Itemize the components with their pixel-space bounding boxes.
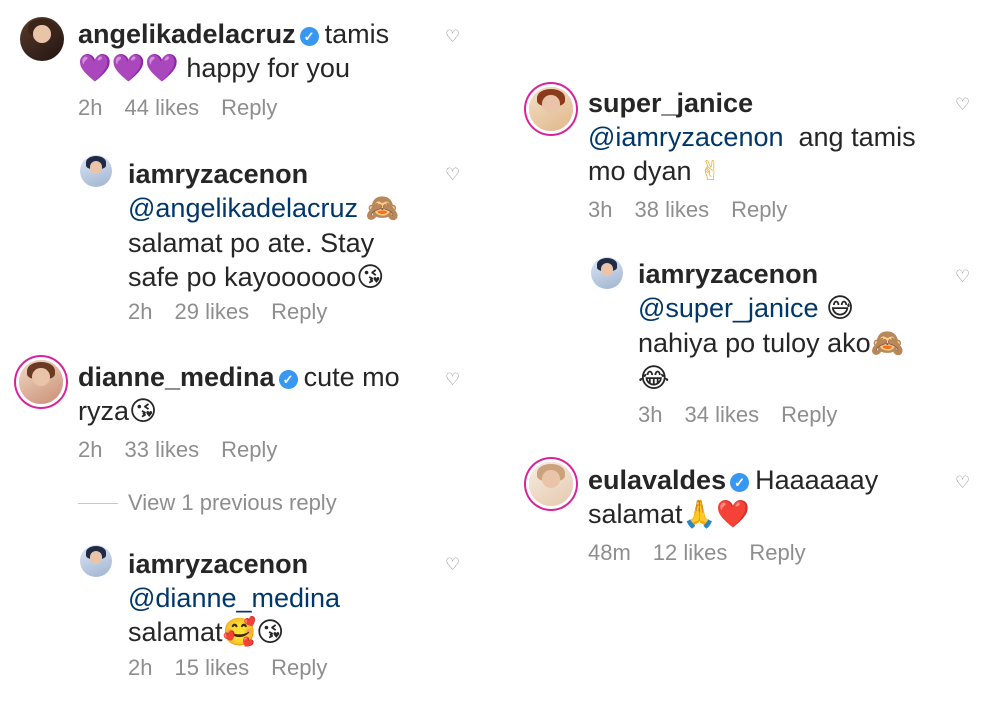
comment-body: iamryzacenon @super_janice 😅 nahiya po t… xyxy=(638,257,938,396)
avatar[interactable] xyxy=(529,87,573,131)
comment-text: tamis xyxy=(324,19,390,49)
avatar[interactable] xyxy=(529,462,573,506)
comment-body: angelikadelacruz ✓ tamis 💜💜💜 happy for you xyxy=(78,17,418,86)
comment-meta: 48m 12 likes Reply xyxy=(588,540,828,566)
comment-meta: 2h 33 likes Reply xyxy=(78,437,299,463)
likes-count[interactable]: 29 likes xyxy=(174,299,249,324)
reply-button[interactable]: Reply xyxy=(271,299,327,324)
comment-meta: 3h 38 likes Reply xyxy=(588,197,809,223)
mention-link[interactable]: @iamryzacenon xyxy=(588,122,784,152)
verified-badge-icon: ✓ xyxy=(299,27,319,46)
reply-button[interactable]: Reply xyxy=(749,540,805,565)
username[interactable]: super_janice xyxy=(588,88,753,118)
heart-icon[interactable]: ♡ xyxy=(445,370,460,390)
avatar[interactable] xyxy=(591,257,623,289)
likes-count[interactable]: 34 likes xyxy=(684,402,759,427)
avatar[interactable] xyxy=(19,360,63,404)
timestamp: 2h xyxy=(128,299,153,324)
comment-body: iamryzacenon @dianne_medina salamat🥰😘 xyxy=(128,547,448,650)
comment-text: safe po kayoooooo xyxy=(128,262,357,292)
timestamp: 2h xyxy=(128,655,153,680)
heart-icon[interactable]: ♡ xyxy=(955,95,970,115)
comment-text: cute mo xyxy=(303,362,400,392)
username[interactable]: iamryzacenon xyxy=(128,159,308,189)
view-previous-label[interactable]: View 1 previous reply xyxy=(128,490,337,516)
likes-count[interactable]: 44 likes xyxy=(124,95,199,120)
heart-icon[interactable]: ♡ xyxy=(445,165,460,185)
comment-emoji: 🙈 xyxy=(365,193,400,224)
comment-body: eulavaldes ✓ Haaaaaay salamat🙏❤️ xyxy=(588,463,948,532)
username[interactable]: eulavaldes xyxy=(588,465,726,495)
comment-text: happy for you xyxy=(178,53,350,83)
username[interactable]: angelikadelacruz xyxy=(78,19,296,49)
avatar[interactable] xyxy=(20,17,64,61)
view-previous-replies[interactable]: View 1 previous reply xyxy=(78,490,337,516)
heart-icon[interactable]: ♡ xyxy=(445,27,460,47)
reply-button[interactable]: Reply xyxy=(271,655,327,680)
comment-emoji: 😘 xyxy=(129,396,158,427)
comment-text: salamat po ate. Stay xyxy=(128,228,375,258)
username[interactable]: iamryzacenon xyxy=(128,549,308,579)
likes-count[interactable]: 33 likes xyxy=(124,437,199,462)
mention-link[interactable]: @angelikadelacruz xyxy=(128,193,358,223)
timestamp: 2h xyxy=(78,95,103,120)
comment-emoji: 😅 xyxy=(826,293,855,324)
mention-link[interactable]: @super_janice xyxy=(638,293,819,323)
timestamp: 2h xyxy=(78,437,103,462)
timestamp: 48m xyxy=(588,540,631,565)
username[interactable]: iamryzacenon xyxy=(638,259,818,289)
mention-link[interactable]: @dianne_medina xyxy=(128,583,340,613)
likes-count[interactable]: 15 likes xyxy=(174,655,249,680)
comment-emoji: 😘 xyxy=(356,262,385,293)
comment-text: ang tamis xyxy=(798,122,916,152)
comment-emoji: 🙏❤️ xyxy=(682,499,750,530)
reply-button[interactable]: Reply xyxy=(221,437,277,462)
comment-body: dianne_medina ✓ cute mo ryza😘 xyxy=(78,360,428,429)
timestamp: 3h xyxy=(638,402,663,427)
comment-text: mo dyan xyxy=(588,156,692,186)
verified-badge-icon: ✓ xyxy=(730,473,750,492)
comment-emoji: 🥰😘 xyxy=(222,617,285,648)
comment-emoji: 🙈 xyxy=(870,328,905,359)
username[interactable]: dianne_medina xyxy=(78,362,275,392)
heart-icon[interactable]: ♡ xyxy=(445,555,460,575)
comment-text: ryza xyxy=(78,396,130,426)
comment-text: salamat xyxy=(588,499,683,529)
divider xyxy=(78,502,118,504)
heart-icon[interactable]: ♡ xyxy=(955,267,970,287)
heart-icon[interactable]: ♡ xyxy=(955,473,970,493)
comment-meta: 2h 15 likes Reply xyxy=(128,655,349,681)
comment-emoji: 💜💜💜 xyxy=(78,53,179,84)
comment-text: nahiya po tuloy ako xyxy=(638,328,871,358)
comment-text: Haaaaaay xyxy=(755,465,879,495)
reply-button[interactable]: Reply xyxy=(781,402,837,427)
likes-count[interactable]: 38 likes xyxy=(634,197,709,222)
reply-button[interactable]: Reply xyxy=(221,95,277,120)
reply-button[interactable]: Reply xyxy=(731,197,787,222)
comment-body: iamryzacenon @angelikadelacruz 🙈 salamat… xyxy=(128,157,448,295)
comment-emoji: ✌ xyxy=(699,156,722,187)
verified-badge-icon: ✓ xyxy=(278,370,298,389)
comment-body: super_janice @iamryzacenon ang tamis mo … xyxy=(588,86,948,189)
comment-text: salamat xyxy=(128,617,223,647)
avatar[interactable] xyxy=(80,545,112,577)
likes-count[interactable]: 12 likes xyxy=(653,540,728,565)
comment-meta: 2h 29 likes Reply xyxy=(128,299,349,325)
comment-meta: 2h 44 likes Reply xyxy=(78,95,299,121)
avatar[interactable] xyxy=(80,155,112,187)
comment-meta: 3h 34 likes Reply xyxy=(638,402,859,428)
comment-emoji: 😂 xyxy=(638,363,670,394)
timestamp: 3h xyxy=(588,197,613,222)
